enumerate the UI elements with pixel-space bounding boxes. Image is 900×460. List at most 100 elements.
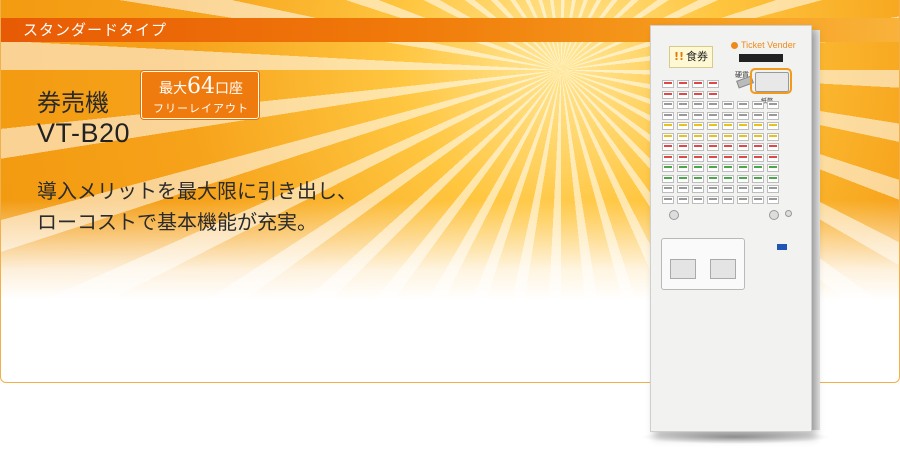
ticket-button xyxy=(752,174,764,183)
ticket-button xyxy=(722,174,734,183)
ticket-button xyxy=(752,195,764,204)
ticket-button xyxy=(677,80,689,88)
maker-label xyxy=(777,244,787,250)
ticket-button xyxy=(692,132,704,141)
ticket-button xyxy=(662,195,674,204)
ticket-button xyxy=(767,122,779,130)
ticket-button xyxy=(677,101,689,109)
ticket-button xyxy=(752,153,764,162)
ticket-button xyxy=(692,153,704,162)
ticket-button xyxy=(662,111,674,120)
bill-slot-highlight xyxy=(750,68,792,94)
ticket-button xyxy=(737,174,749,183)
ticket-button xyxy=(677,132,689,141)
badge-layout: フリーレイアウト xyxy=(153,102,249,115)
ticket-button xyxy=(737,143,749,151)
ticket-button xyxy=(662,80,674,88)
ticket-button xyxy=(677,174,689,183)
ticket-button xyxy=(767,111,779,120)
ticket-button xyxy=(677,90,689,99)
screw-icon xyxy=(785,210,792,217)
capacity-badge: 最大64口座 フリーレイアウト xyxy=(141,71,259,119)
ticket-button xyxy=(707,185,719,193)
ticket-button xyxy=(692,101,704,109)
ticket-button xyxy=(767,164,779,172)
ticket-button xyxy=(752,122,764,130)
ticket-button xyxy=(737,101,749,109)
ticket-button xyxy=(692,90,704,99)
lock-icon xyxy=(769,210,779,220)
ticket-button xyxy=(722,164,734,172)
ticket-button xyxy=(677,185,689,193)
brand-dot-icon xyxy=(731,42,738,49)
product-name: 券売機 xyxy=(37,89,109,117)
ticket-button xyxy=(707,132,719,141)
ticket-button xyxy=(767,174,779,183)
ticket-button xyxy=(707,101,719,109)
ticket-button xyxy=(677,143,689,151)
ticket-button xyxy=(752,132,764,141)
ticket-button xyxy=(707,195,719,204)
ticket-button xyxy=(662,185,674,193)
model-number: VT-B20 xyxy=(37,118,131,148)
ticket-button xyxy=(767,101,779,109)
ticket-button xyxy=(722,111,734,120)
ticket-button xyxy=(662,153,674,162)
machine-side-panel xyxy=(812,30,820,430)
ticket-button xyxy=(722,153,734,162)
exclamation-icon: !! xyxy=(673,50,685,63)
ticket-button xyxy=(677,164,689,172)
ticket-button xyxy=(662,90,674,99)
category-label: スタンダードタイプ xyxy=(23,21,168,39)
ticket-button xyxy=(767,185,779,193)
ticket-button xyxy=(737,132,749,141)
ticket-button xyxy=(707,174,719,183)
ticket-button xyxy=(692,143,704,151)
ticket-button xyxy=(737,153,749,162)
change-tray xyxy=(670,259,696,279)
ticket-button xyxy=(737,111,749,120)
ticket-button xyxy=(707,164,719,172)
tagline: 導入メリットを最大限に引き出し、 ローコストで基本機能が充実。 xyxy=(37,176,357,238)
ticket-button xyxy=(662,164,674,172)
ticket-button xyxy=(767,132,779,141)
badge-prefix: 最大 xyxy=(159,81,187,97)
ticket-button xyxy=(692,164,704,172)
ticket-button xyxy=(692,195,704,204)
ticket-button xyxy=(707,111,719,120)
ticket-button xyxy=(722,101,734,109)
ticket-button xyxy=(737,195,749,204)
ticket-machine-image: !!食券 Ticket Vender 硬貨 紙幣 xyxy=(650,25,812,432)
ticket-button xyxy=(722,132,734,141)
ticket-button xyxy=(692,111,704,120)
ticket-button xyxy=(752,143,764,151)
badge-capacity: 最大64口座 xyxy=(142,76,260,100)
ticket-button xyxy=(662,174,674,183)
ticket-button xyxy=(707,122,719,130)
ticket-button xyxy=(737,185,749,193)
ticket-button xyxy=(662,101,674,109)
ticket-button xyxy=(707,90,719,99)
ticket-button xyxy=(662,132,674,141)
ticket-button xyxy=(692,185,704,193)
ticket-button xyxy=(707,153,719,162)
ticket-button xyxy=(707,80,719,88)
lock-icon xyxy=(669,210,679,220)
ticket-button xyxy=(692,174,704,183)
ticket-button xyxy=(752,101,764,109)
ticket-button xyxy=(692,122,704,130)
ticket-button xyxy=(677,153,689,162)
sign-text: 食券 xyxy=(686,50,709,63)
ticket-button xyxy=(737,122,749,130)
ticket-button xyxy=(767,153,779,162)
ticket-button xyxy=(692,80,704,88)
badge-suffix: 口座 xyxy=(215,81,243,97)
tagline-line-1: 導入メリットを最大限に引き出し、 xyxy=(37,179,357,203)
ticket-button xyxy=(677,195,689,204)
ticket-button xyxy=(752,185,764,193)
tagline-line-2: ローコストで基本機能が充実。 xyxy=(37,210,317,234)
machine-shadow xyxy=(640,430,830,444)
badge-number: 64 xyxy=(187,74,215,99)
ticket-button xyxy=(677,122,689,130)
brand-text: Ticket Vender xyxy=(741,40,796,50)
